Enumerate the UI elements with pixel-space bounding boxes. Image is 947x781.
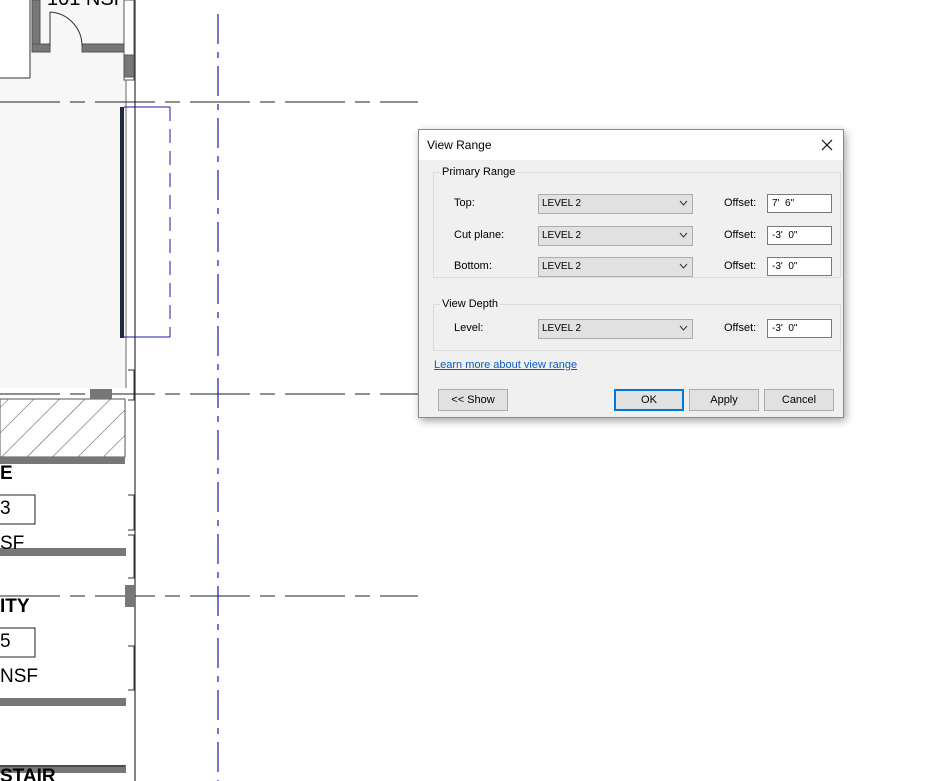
view-depth-level-value: LEVEL 2 — [542, 323, 582, 334]
bottom-offset-input[interactable] — [767, 257, 832, 276]
top-level-select[interactable]: LEVEL 2 — [538, 194, 693, 214]
chevron-down-icon — [679, 263, 688, 269]
hatched-wall — [0, 398, 126, 458]
cut-plane-level-value: LEVEL 2 — [542, 230, 582, 241]
room-area-label: SF — [0, 533, 25, 554]
show-button[interactable]: << Show — [438, 389, 508, 411]
chevron-down-icon — [679, 200, 688, 206]
column — [90, 389, 112, 399]
bottom-offset-label: Offset: — [724, 260, 757, 272]
top-offset-label: Offset: — [724, 197, 757, 209]
room-area-label: NSF — [0, 666, 38, 687]
cut-plane-label: Cut plane: — [454, 229, 505, 241]
view-depth-offset-input[interactable] — [767, 319, 832, 338]
learn-more-link[interactable]: Learn more about view range — [434, 359, 577, 371]
wall-cap — [0, 457, 125, 464]
view-depth-offset-label: Offset: — [724, 322, 757, 334]
top-offset-input[interactable] — [767, 194, 832, 213]
chevron-down-icon — [679, 325, 688, 331]
room-number-label: 3 — [0, 498, 11, 519]
primary-range-label: Primary Range — [440, 165, 518, 179]
top-level-value: LEVEL 2 — [542, 198, 582, 209]
apply-button[interactable]: Apply — [689, 389, 759, 411]
cut-plane-offset-input[interactable] — [767, 226, 832, 245]
cut-plane-offset-label: Offset: — [724, 229, 757, 241]
window-detail — [120, 106, 171, 338]
room-number-label: 5 — [0, 631, 11, 652]
ok-button[interactable]: OK — [614, 389, 684, 411]
cut-plane-level-select[interactable]: LEVEL 2 — [538, 226, 693, 246]
view-depth-level-select[interactable]: LEVEL 2 — [538, 319, 693, 339]
close-icon — [821, 139, 833, 151]
cancel-button[interactable]: Cancel — [764, 389, 834, 411]
top-label: Top: — [454, 197, 475, 209]
wall-brackets — [128, 369, 135, 691]
room-name-label: ITY — [0, 596, 30, 617]
bottom-level-value: LEVEL 2 — [542, 261, 582, 272]
room-fill-left — [0, 0, 30, 78]
dialog-title: View Range — [427, 138, 492, 152]
room-name-label: E — [0, 463, 13, 484]
bottom-level-select[interactable]: LEVEL 2 — [538, 257, 693, 277]
bottom-label: Bottom: — [454, 260, 492, 272]
room-area-label: 101 NSF — [47, 0, 126, 11]
stair-label: STAIR — [0, 766, 56, 781]
view-depth-label: View Depth — [440, 297, 501, 311]
view-range-dialog: View Range Primary Range Top: LEVEL 2 Of… — [418, 129, 844, 418]
chevron-down-icon — [679, 232, 688, 238]
close-button[interactable] — [817, 135, 837, 155]
wall-fragments — [0, 548, 135, 773]
dialog-titlebar[interactable]: View Range — [419, 130, 843, 160]
level-label: Level: — [454, 322, 484, 334]
